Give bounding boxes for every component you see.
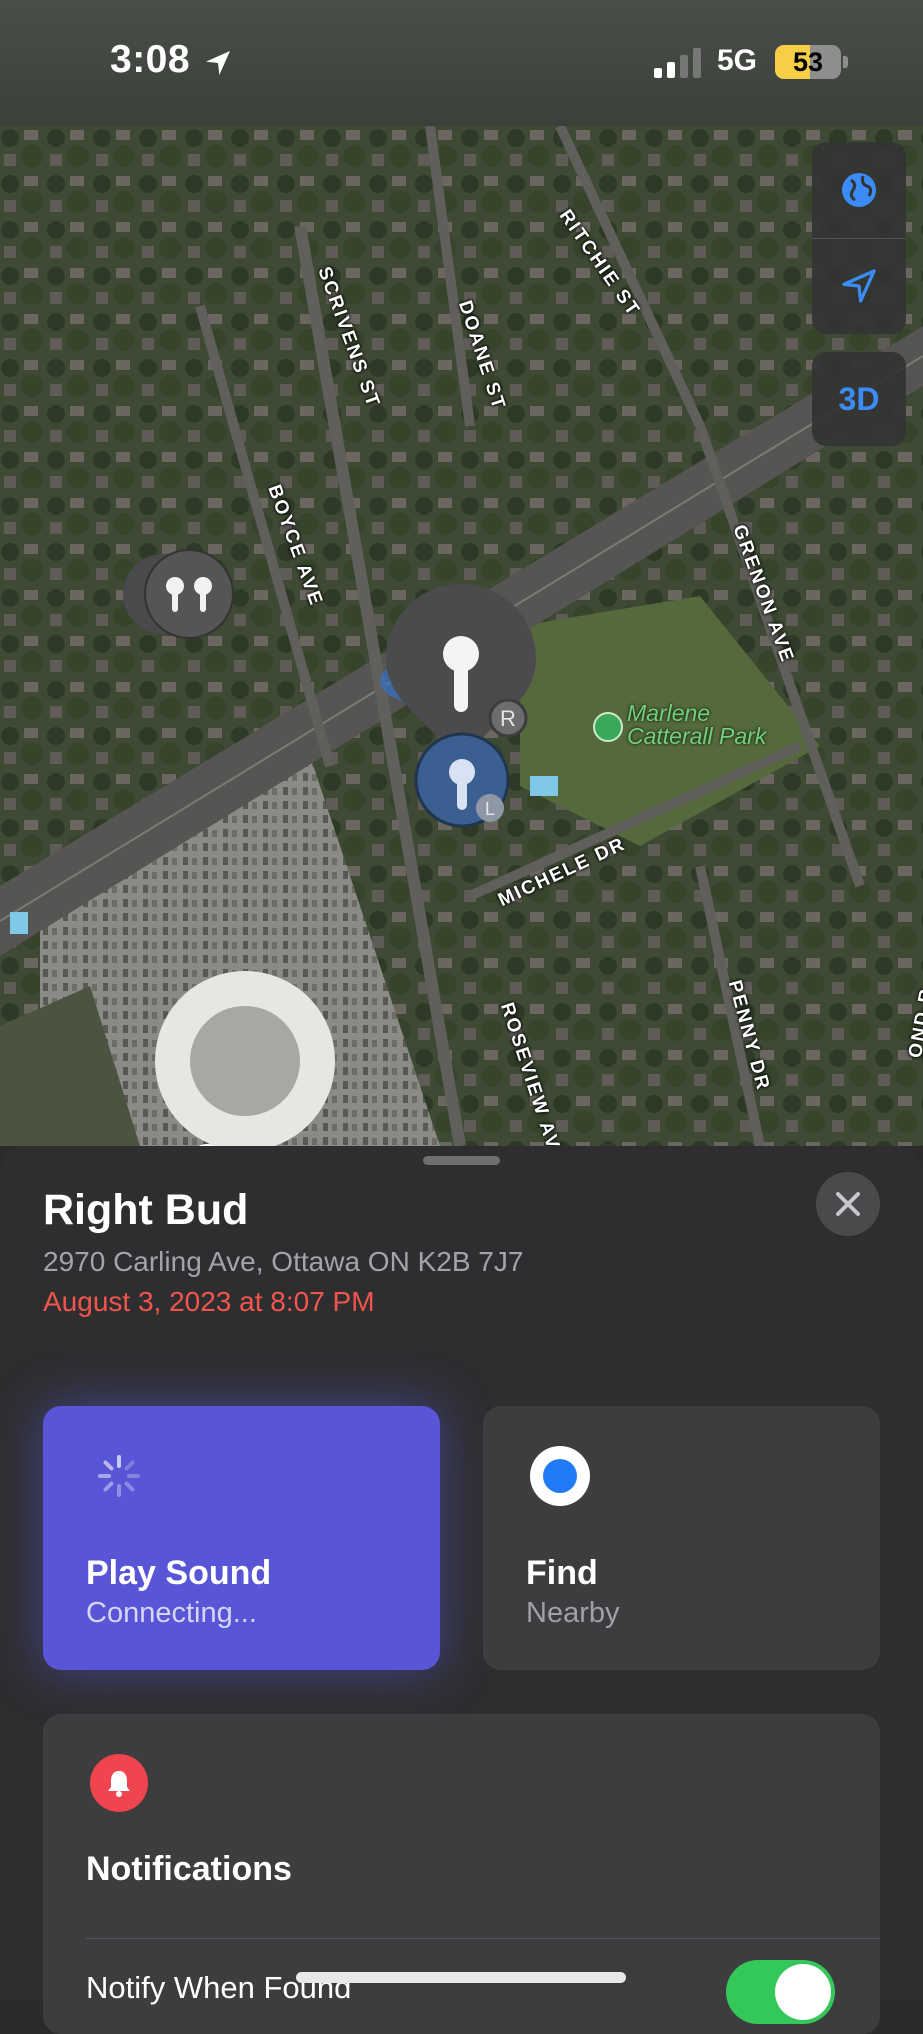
status-bar: 3:08 5G 53 [0,0,923,126]
notifications-card: Notifications Notify When Found [43,1714,880,2034]
notifications-title: Notifications [86,1850,292,1888]
device-title: Right Bud [43,1186,249,1234]
notifications-divider [86,1938,880,1939]
toggle-knob [775,1964,831,2020]
find-nearby-button[interactable]: Find Nearby [483,1406,880,1670]
battery-indicator: 53 [775,45,841,79]
battery-nub [843,56,848,68]
left-bud-pin[interactable]: L [412,730,512,830]
3d-button[interactable]: 3D [812,352,906,446]
play-sound-button[interactable]: Play Sound Connecting... [43,1406,440,1670]
park-name-line2: Catterall Park [627,723,767,749]
notify-when-found-toggle[interactable] [726,1960,835,2024]
globe-icon [842,173,876,207]
device-detail-sheet: Right Bud 2970 Carling Ave, Ottawa ON K2… [0,1146,923,2034]
park-name-line1: Marlene [627,700,711,726]
find-subtitle: Nearby [526,1597,620,1629]
play-sound-status: Connecting... [86,1597,257,1629]
map-controls [812,142,906,334]
cellular-signal-icon [654,48,701,78]
device-address: 2970 Carling Ave, Ottawa ON K2B 7J7 [43,1246,524,1277]
play-sound-title: Play Sound [86,1554,272,1592]
left-badge: L [485,799,495,819]
location-arrow-icon [206,51,230,75]
last-seen-timestamp: August 3, 2023 at 8:07 PM [43,1286,375,1317]
find-title: Find [526,1554,598,1592]
recenter-button[interactable] [812,238,906,334]
sheet-grabber[interactable] [423,1156,500,1165]
close-icon [836,1192,860,1216]
park-label[interactable]: Marlene Catterall Park [627,702,766,748]
loading-spinner-icon [98,1455,140,1497]
battery-percent: 53 [792,47,824,77]
bell-icon [90,1754,148,1812]
satellite-map[interactable]: RITCHIE ST SCRIVENS ST DOANE ST BOYCE AV… [0,126,923,1146]
airpods-pair-pin[interactable] [117,548,235,640]
location-arrow-icon [842,269,876,303]
home-indicator[interactable] [296,1972,626,1983]
right-badge: R [500,706,516,731]
map-style-button[interactable] [812,142,906,238]
close-button[interactable] [816,1172,880,1236]
park-tree-icon [593,712,623,742]
network-type: 5G [717,44,758,77]
status-time: 3:08 [110,38,191,81]
find-target-icon [530,1446,590,1506]
